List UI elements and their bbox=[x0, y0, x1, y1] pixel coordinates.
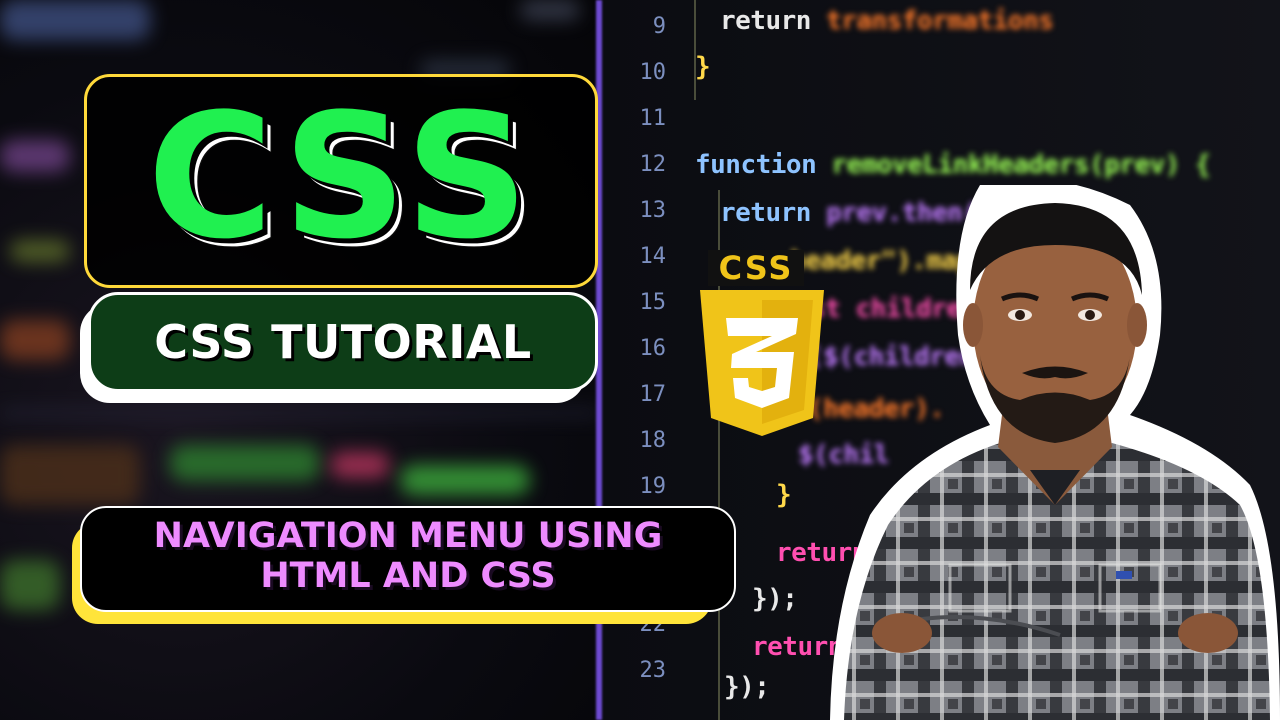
blur-strip bbox=[0, 445, 140, 505]
blur-strip bbox=[400, 465, 530, 495]
thumbnail-canvas: 9 10 11 12 13 14 15 16 17 18 19 20 21 22… bbox=[0, 0, 1280, 720]
subtitle-text: CSS TUTORIAL bbox=[154, 315, 532, 369]
presenter-photo bbox=[830, 185, 1280, 720]
blur-strip bbox=[520, 0, 580, 20]
code-line: function removeLinkHeaders(prev) { bbox=[695, 150, 1211, 180]
line-number: 14 bbox=[639, 244, 667, 269]
line-number: 11 bbox=[639, 106, 667, 131]
blur-strip bbox=[0, 560, 60, 610]
code-line: return transformations bbox=[720, 6, 1054, 36]
code-line: }); bbox=[752, 584, 798, 614]
code-line: }); bbox=[724, 672, 770, 702]
line-number: 23 bbox=[639, 658, 667, 683]
line-number: 13 bbox=[639, 198, 667, 223]
line-number: 18 bbox=[639, 428, 667, 453]
line-number: 10 bbox=[639, 60, 667, 85]
blur-strip bbox=[0, 320, 70, 360]
title-css: CSS bbox=[147, 76, 535, 277]
indent-guide bbox=[694, 0, 696, 100]
code-keyword: return bbox=[720, 6, 811, 36]
blur-strip bbox=[0, 140, 70, 172]
line-number: 9 bbox=[652, 14, 666, 39]
blur-strip bbox=[170, 445, 320, 481]
blur-strip bbox=[10, 240, 70, 262]
css3-logo-word: CSS bbox=[718, 249, 794, 287]
blur-strip bbox=[330, 452, 390, 478]
topic-line-2: HTML AND CSS bbox=[260, 556, 556, 596]
code-keyword: function bbox=[695, 150, 817, 180]
blur-strip bbox=[0, 0, 150, 40]
line-number: 19 bbox=[639, 474, 667, 499]
css3-logo-wordmark: CSS bbox=[708, 250, 804, 286]
css3-shield-icon bbox=[700, 290, 824, 436]
code-token: removeLinkHeaders(prev) { bbox=[831, 150, 1211, 180]
topic-line-1: NAVIGATION MENU USING bbox=[153, 516, 663, 556]
code-keyword: return bbox=[720, 198, 811, 228]
code-line: } bbox=[776, 480, 792, 510]
line-number: 12 bbox=[639, 152, 667, 177]
code-token: transformations bbox=[826, 6, 1054, 36]
code-line: } bbox=[695, 52, 711, 82]
line-number: 17 bbox=[639, 382, 667, 407]
line-number: 15 bbox=[639, 290, 667, 315]
blur-strip bbox=[0, 410, 600, 416]
topic-text: NAVIGATION MENU USING HTML AND CSS bbox=[80, 516, 736, 596]
line-number: 16 bbox=[639, 336, 667, 361]
